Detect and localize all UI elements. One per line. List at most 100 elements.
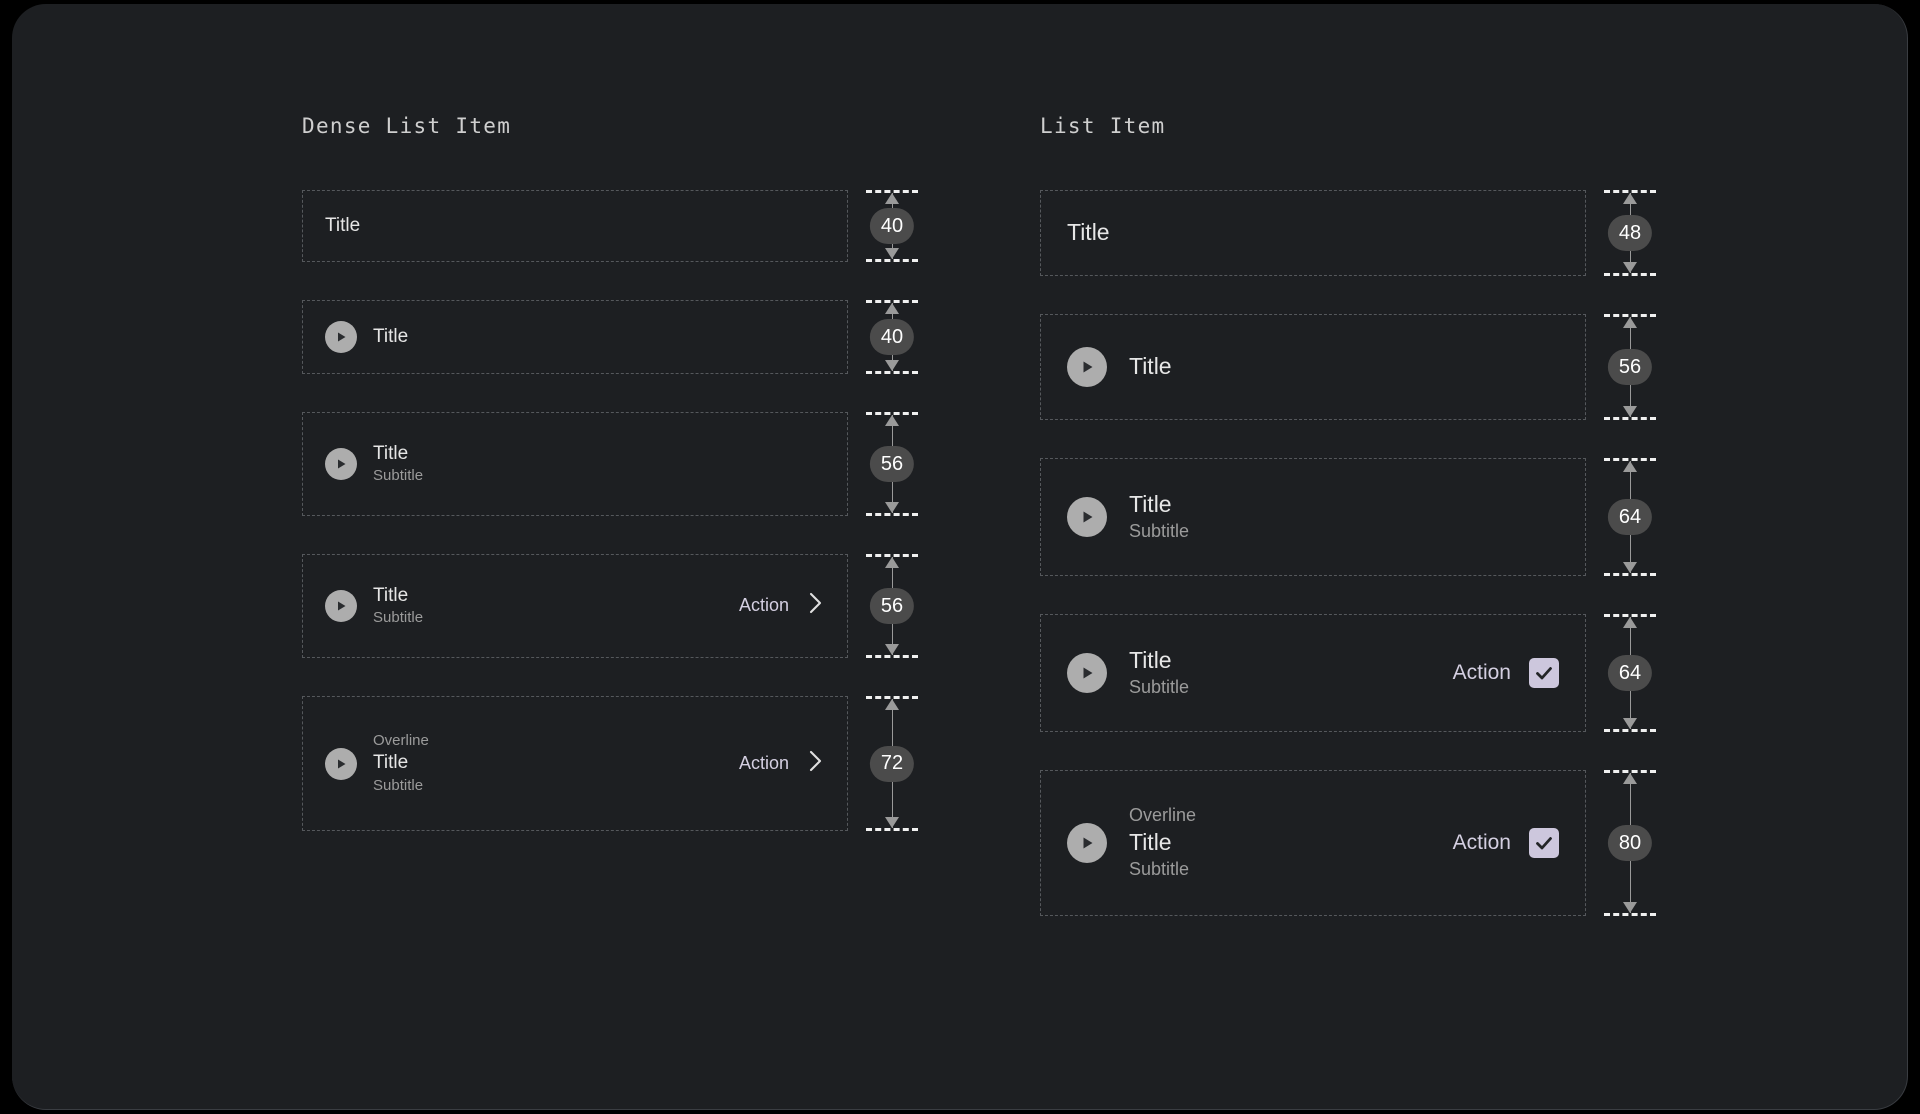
arrow-down-icon (1623, 262, 1637, 273)
arrow-up-icon (1623, 461, 1637, 472)
height-badge: 64 (1607, 655, 1653, 691)
spec-row: Title Subtitle Action (1040, 614, 1660, 732)
spec-row: Title 48 (1040, 190, 1660, 276)
list-item-subtitle: Subtitle (373, 776, 424, 794)
list-item-title: Title (373, 584, 409, 606)
arrow-down-icon (885, 248, 899, 259)
list-item[interactable]: Title (325, 214, 825, 239)
list-item-sample[interactable]: Title Subtitle Action (302, 554, 848, 658)
list-item[interactable]: Overline Title Subtitle Action (1067, 804, 1559, 881)
spec-row: Title 40 (302, 300, 922, 374)
arrow-up-icon (1623, 317, 1637, 328)
measure-cap-bottom (866, 371, 918, 374)
arrow-down-icon (1623, 406, 1637, 417)
list-item-text: Title Subtitle (373, 442, 825, 486)
arrow-up-icon (885, 415, 899, 426)
list-item-trailing[interactable]: Action (739, 748, 825, 779)
list-item-trailing[interactable]: Action (1453, 827, 1559, 858)
checkbox-checked-icon[interactable] (1529, 827, 1559, 858)
column-dense-list-item: Dense List Item Title 40 Title 40 Title … (302, 114, 922, 916)
list-item-subtitle: Subtitle (1129, 677, 1190, 698)
list-item-overline: Overline (373, 732, 429, 750)
list-item-text: Title Subtitle (1129, 646, 1435, 700)
list-item-title: Title (325, 214, 361, 236)
height-badge: 56 (869, 446, 915, 482)
arrow-down-icon (1623, 562, 1637, 573)
list-item[interactable]: Title (1067, 218, 1559, 248)
list-item[interactable]: Title Subtitle Action (1067, 646, 1559, 700)
height-measurement: 80 (1600, 770, 1660, 916)
play-avatar-icon (325, 321, 357, 353)
list-item-sample[interactable]: Overline Title Subtitle Action (302, 696, 848, 831)
action-label[interactable]: Action (1453, 831, 1511, 855)
height-badge: 56 (869, 588, 915, 624)
measure-cap-bottom (866, 513, 918, 516)
list-item-title: Title (1129, 353, 1172, 380)
list-item-title: Title (373, 752, 409, 774)
list-item-sample[interactable]: Overline Title Subtitle Action (1040, 770, 1586, 916)
arrow-down-icon (885, 817, 899, 828)
list-item-sample[interactable]: Title Subtitle (302, 412, 848, 516)
arrow-up-icon (1623, 617, 1637, 628)
height-badge: 64 (1607, 499, 1653, 535)
surface-card: Dense List Item Title 40 Title 40 Title … (12, 4, 1908, 1110)
height-measurement: 40 (862, 300, 922, 374)
spec-row: Title 40 (302, 190, 922, 262)
height-measurement: 48 (1600, 190, 1660, 276)
arrow-down-icon (885, 644, 899, 655)
list-item-title: Title (1067, 219, 1110, 246)
arrow-up-icon (885, 557, 899, 568)
measure-cap-bottom (866, 259, 918, 262)
list-item[interactable]: Title Subtitle Action (325, 584, 825, 628)
column-heading-dense: Dense List Item (302, 114, 512, 138)
list-item[interactable]: Title (1067, 347, 1559, 387)
spec-row: Title Subtitle 56 (302, 412, 922, 516)
column-list-item: List Item Title 48 Title 56 Title Subtit… (1040, 114, 1660, 916)
list-item-sample[interactable]: Title (1040, 190, 1586, 276)
list-item-text: Title Subtitle (373, 584, 721, 628)
list-item-text: Title (325, 214, 825, 239)
measure-cap-bottom (1604, 417, 1656, 420)
arrow-up-icon (1623, 773, 1637, 784)
list-item[interactable]: Title Subtitle (325, 442, 825, 486)
checkbox-checked-icon[interactable] (1529, 657, 1559, 688)
list-item-trailing[interactable]: Action (739, 590, 825, 621)
height-badge: 40 (869, 208, 915, 244)
list-item-trailing[interactable]: Action (1453, 657, 1559, 688)
height-measurement: 56 (1600, 314, 1660, 420)
list-item-sample[interactable]: Title (302, 190, 848, 262)
height-badge: 48 (1607, 215, 1653, 251)
spec-row: Title 56 (1040, 314, 1660, 420)
spec-row: Overline Title Subtitle Action (302, 696, 922, 831)
height-badge: 40 (869, 319, 915, 355)
list-item[interactable]: Overline Title Subtitle Action (325, 731, 825, 795)
height-badge: 72 (869, 745, 915, 782)
height-measurement: 40 (862, 190, 922, 262)
list-item[interactable]: Title (325, 321, 825, 353)
list-item-sample[interactable]: Title (1040, 314, 1586, 420)
measure-cap-bottom (1604, 913, 1656, 916)
action-label[interactable]: Action (739, 595, 789, 616)
arrow-down-icon (1623, 718, 1637, 729)
height-measurement: 64 (1600, 458, 1660, 576)
action-label[interactable]: Action (1453, 661, 1511, 685)
height-badge: 56 (1607, 349, 1653, 385)
play-avatar-icon (1067, 347, 1107, 387)
list-item-sample[interactable]: Title Subtitle Action (1040, 614, 1586, 732)
list-item-text: Title (373, 325, 825, 350)
list-item-subtitle: Subtitle (1129, 858, 1190, 879)
list-item-sample[interactable]: Title (302, 300, 848, 374)
list-item[interactable]: Title Subtitle (1067, 490, 1559, 544)
list-item-subtitle: Subtitle (373, 467, 424, 485)
measure-cap-bottom (1604, 573, 1656, 576)
list-item-sample[interactable]: Title Subtitle (1040, 458, 1586, 576)
list-item-title: Title (373, 325, 409, 347)
arrow-up-icon (885, 193, 899, 204)
arrow-down-icon (1623, 902, 1637, 913)
chevron-right-icon[interactable] (805, 590, 825, 621)
arrow-down-icon (885, 360, 899, 371)
action-label[interactable]: Action (739, 753, 789, 774)
chevron-right-icon[interactable] (805, 748, 825, 779)
screen-root: Dense List Item Title 40 Title 40 Title … (0, 0, 1920, 1114)
height-measurement: 72 (862, 696, 922, 831)
